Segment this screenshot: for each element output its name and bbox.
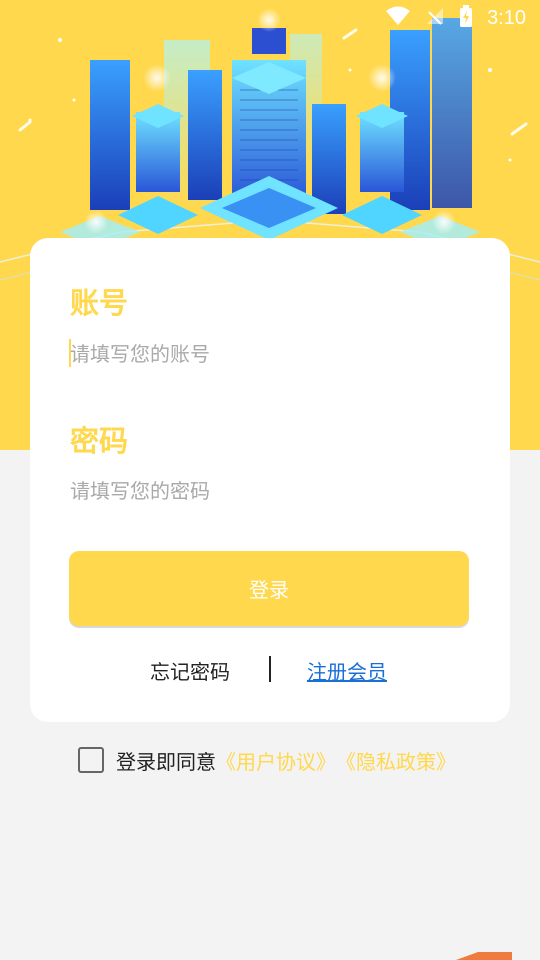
password-label: 密码 xyxy=(70,424,129,458)
link-divider xyxy=(269,656,271,682)
user-agreement-link[interactable]: 《用户协议》 xyxy=(216,746,336,775)
forgot-password-link[interactable]: 忘记密码 xyxy=(150,656,230,685)
register-link[interactable]: 注册会员 xyxy=(307,656,387,685)
signal-off-icon xyxy=(425,6,445,31)
corner-decoration xyxy=(456,952,512,960)
privacy-policy-link[interactable]: 《隐私政策》 xyxy=(336,746,456,775)
agreement-checkbox[interactable] xyxy=(78,747,104,773)
battery-charging-icon xyxy=(459,4,473,32)
account-links: 忘记密码 注册会员 xyxy=(30,652,510,688)
wifi-icon xyxy=(385,6,411,31)
agreement-prefix: 登录即同意 xyxy=(116,749,216,774)
agreement-row: 登录即同意 《用户协议》 《隐私政策》 xyxy=(78,744,456,776)
status-time: 3:10 xyxy=(487,6,526,29)
login-button[interactable]: 登录 xyxy=(69,551,469,626)
account-label: 账号 xyxy=(70,286,129,320)
password-input[interactable] xyxy=(70,469,470,513)
login-card: 账号 密码 登录 忘记密码 注册会员 xyxy=(30,238,510,722)
status-bar: 3:10 xyxy=(0,0,540,36)
account-input[interactable] xyxy=(70,332,470,376)
